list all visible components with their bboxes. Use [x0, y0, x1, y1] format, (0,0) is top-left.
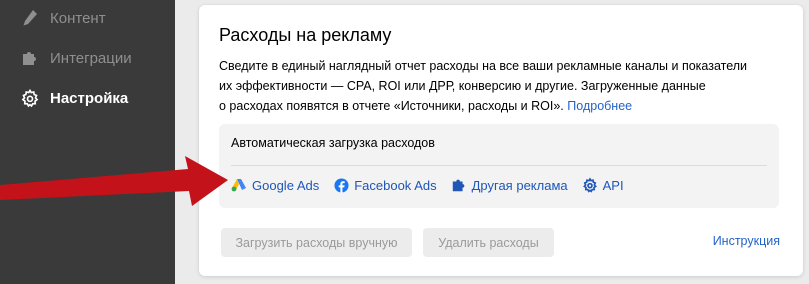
sidebar-item-label: Настройка [50, 89, 129, 107]
more-link[interactable]: Подробнее [567, 99, 632, 113]
sidebar-item-label: Контент [50, 9, 106, 27]
auto-import-box: Автоматическая загрузка расходов Google … [219, 124, 779, 208]
ad-costs-card: Расходы на рекламу Сведите в единый нагл… [199, 5, 803, 276]
sidebar-item-integrations[interactable]: Интеграции [20, 46, 132, 70]
google-ads-link[interactable]: Google Ads [231, 177, 319, 193]
delete-costs-button[interactable]: Удалить расходы [423, 228, 554, 257]
sidebar-item-settings[interactable]: Настройка [20, 86, 128, 110]
puzzle-icon [451, 177, 467, 193]
description-line: о расходах появятся в отчете «Источники,… [219, 96, 789, 116]
puzzle-icon [20, 48, 40, 68]
divider [231, 165, 767, 166]
description-line: Сведите в единый наглядный отчет расходы… [219, 59, 748, 73]
facebook-icon [333, 177, 349, 193]
description-line: их эффективности — CPA, ROI или ДРР, кон… [219, 79, 706, 93]
pencil-icon [20, 8, 40, 28]
other-ads-link[interactable]: Другая реклама [451, 177, 568, 193]
source-label: Google Ads [252, 177, 320, 193]
api-link[interactable]: API [582, 177, 624, 193]
google-ads-icon [231, 177, 247, 193]
facebook-ads-link[interactable]: Facebook Ads [333, 177, 437, 193]
app-root: Контент Интеграции Настройка Расходы на … [0, 0, 809, 284]
sidebar-item-label: Интеграции [50, 49, 132, 67]
description-text: о расходах появятся в отчете «Источники,… [219, 99, 564, 113]
source-label: API [602, 177, 624, 193]
sidebar-item-content[interactable]: Контент [20, 6, 106, 30]
gear-icon [20, 88, 40, 108]
card-description: Сведите в единый наглядный отчет расходы… [219, 56, 789, 116]
source-label: Другая реклама [471, 177, 568, 193]
sidebar: Контент Интеграции Настройка [0, 0, 175, 284]
auto-import-title: Автоматическая загрузка расходов [231, 136, 435, 150]
instruction-link[interactable]: Инструкция [713, 234, 780, 248]
source-label: Facebook Ads [354, 177, 437, 193]
gear-icon [582, 177, 598, 193]
source-list: Google Ads Facebook Ads Другая реклама A… [231, 177, 624, 193]
card-title: Расходы на рекламу [219, 25, 392, 45]
upload-costs-button[interactable]: Загрузить расходы вручную [221, 228, 412, 257]
